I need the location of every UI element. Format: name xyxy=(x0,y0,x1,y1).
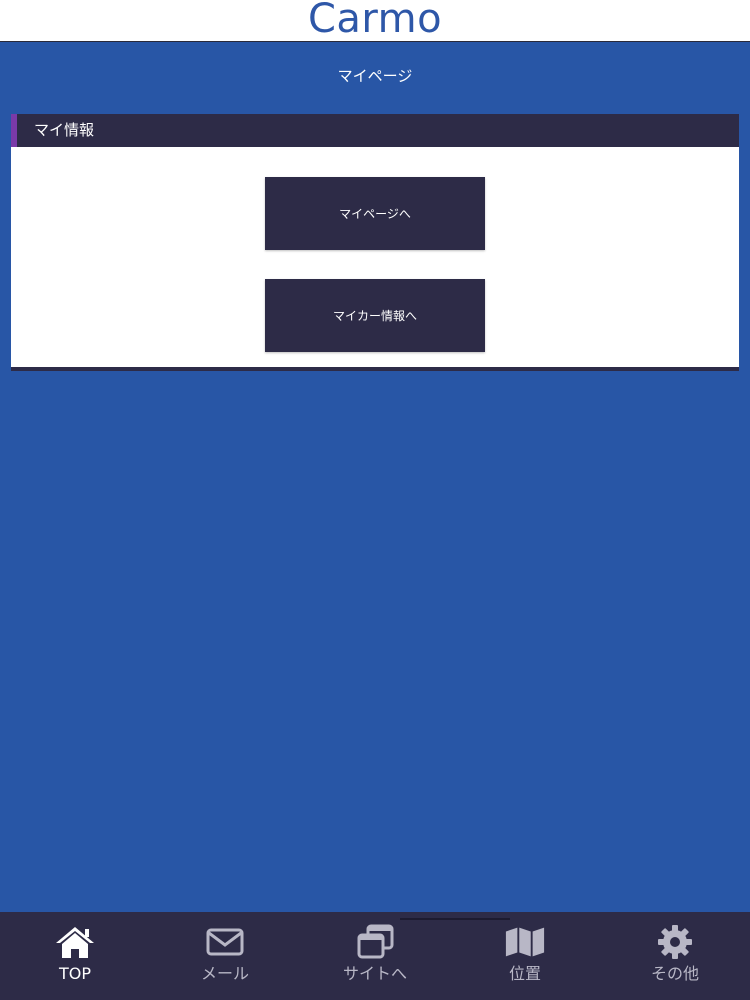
tab-top-label: TOP xyxy=(58,964,91,983)
tab-location[interactable]: 位置 xyxy=(450,912,600,1000)
mail-icon xyxy=(204,924,246,960)
tab-mail-label: メール xyxy=(200,964,249,983)
gear-icon xyxy=(654,924,696,960)
tab-bar-divider xyxy=(400,918,510,920)
tab-other[interactable]: その他 xyxy=(600,912,750,1000)
tab-top[interactable]: TOP xyxy=(0,912,150,1000)
tab-site-label: サイトへ xyxy=(342,964,407,983)
app-header: Carmo xyxy=(0,0,750,42)
bottom-tab-bar: TOP メール サイトへ 位置 その他 xyxy=(0,912,750,1000)
tab-site[interactable]: サイトへ xyxy=(300,912,450,1000)
map-icon xyxy=(504,924,546,960)
go-to-mypage-button[interactable]: マイページへ xyxy=(265,177,485,250)
app-title: Carmo xyxy=(307,0,443,42)
page-title: マイページ xyxy=(337,67,413,85)
section-bottom-bar xyxy=(11,367,739,371)
windows-icon xyxy=(354,924,396,960)
home-icon xyxy=(54,924,96,960)
go-to-mycar-info-button[interactable]: マイカー情報へ xyxy=(265,279,485,352)
section-header: マイ情報 xyxy=(11,114,739,147)
section-title: マイ情報 xyxy=(34,121,95,139)
tab-location-label: 位置 xyxy=(508,964,541,983)
my-info-section: マイ情報 マイページへ マイカー情報へ xyxy=(11,114,739,371)
tab-mail[interactable]: メール xyxy=(150,912,300,1000)
tab-other-label: その他 xyxy=(650,964,699,983)
